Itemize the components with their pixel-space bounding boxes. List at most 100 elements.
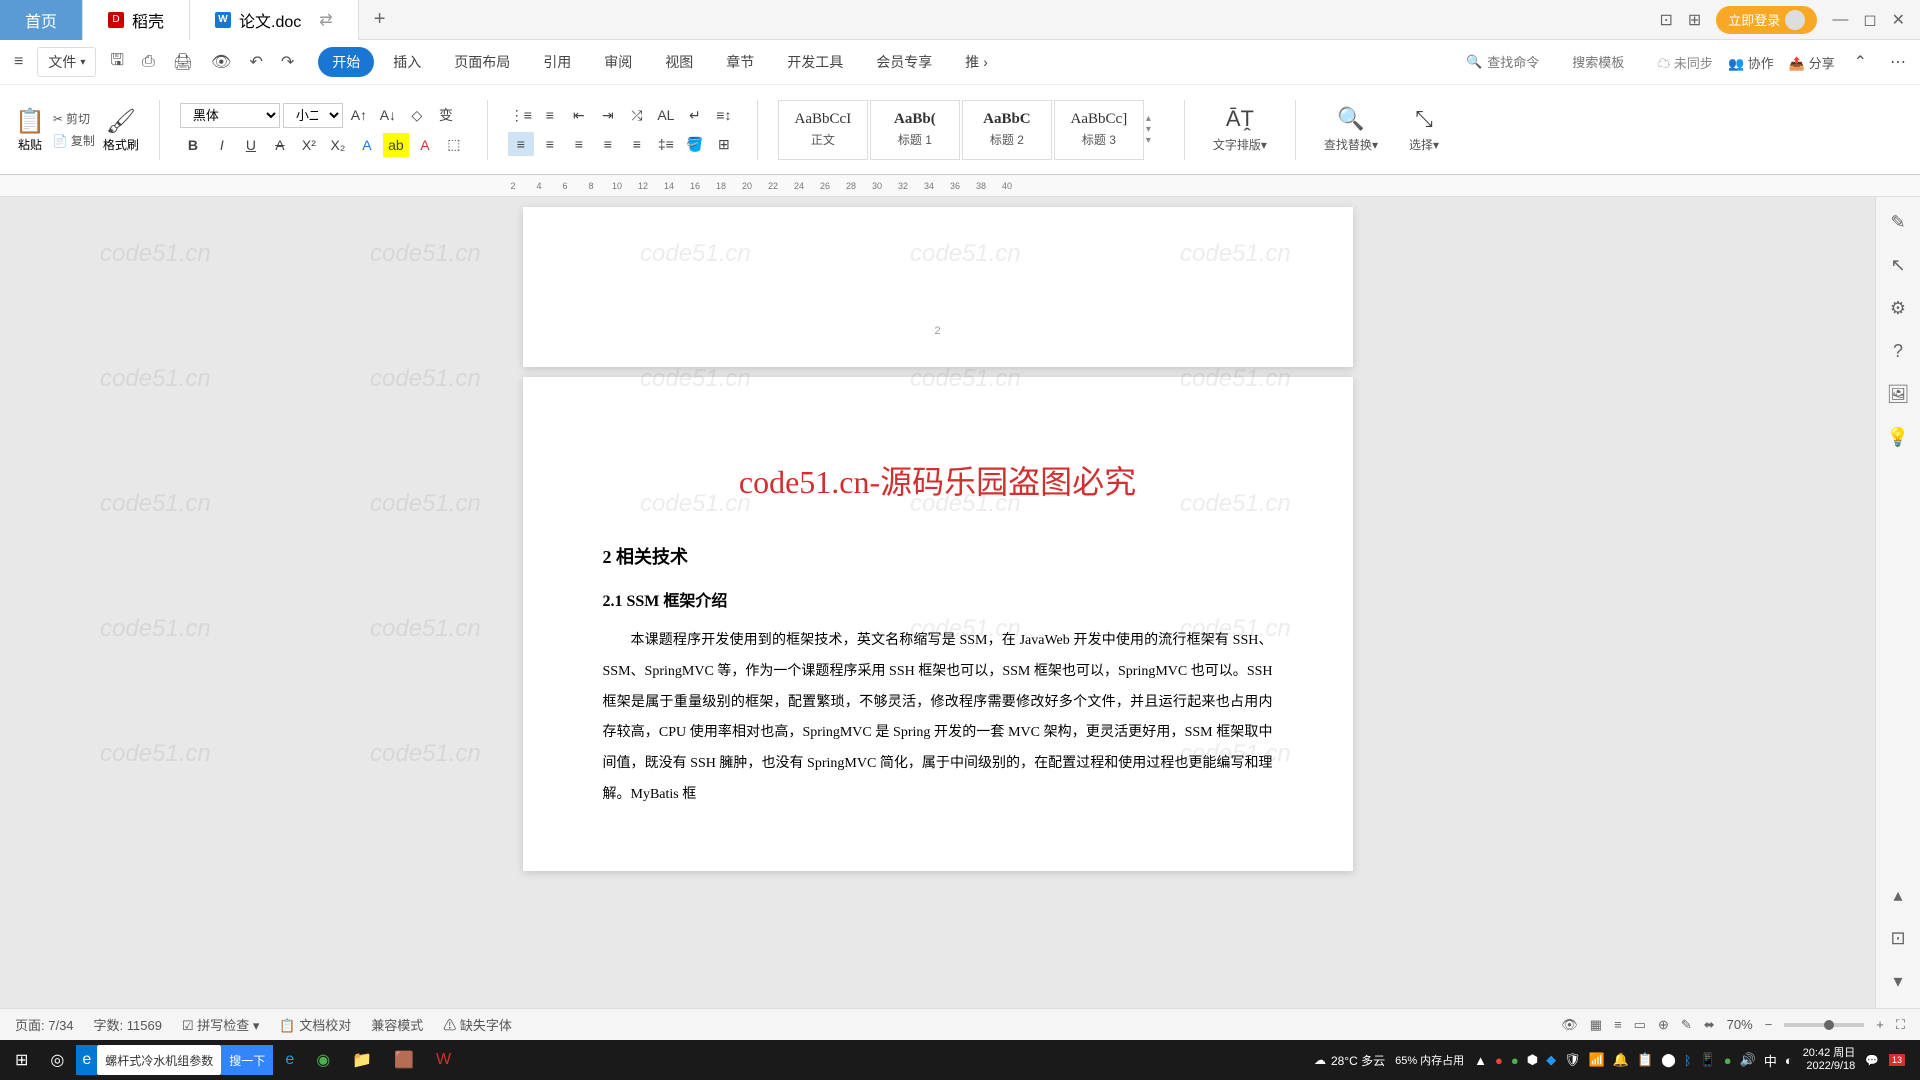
text-layout-button[interactable]: ĀṰ文字排版▾ (1205, 106, 1275, 153)
format-painter-button[interactable]: 🖌格式刷 (103, 107, 139, 153)
zoom-level[interactable]: 70% (1727, 1017, 1753, 1032)
tray-icon[interactable]: ● (1495, 1053, 1503, 1068)
justify-button[interactable]: ≡ (595, 132, 621, 156)
style-heading2[interactable]: AaBbC标题 2 (962, 100, 1052, 160)
minimize-button[interactable]: — (1832, 11, 1848, 29)
more-icon[interactable]: ⋯ (1886, 48, 1910, 76)
view-page-icon[interactable]: ▦ (1590, 1017, 1602, 1033)
grow-font-button[interactable]: A↑ (346, 103, 372, 127)
zoom-out-button[interactable]: − (1765, 1017, 1773, 1032)
tab-document[interactable]: W论文.doc⇄ (190, 0, 359, 40)
weather-widget[interactable]: ☁ 28°C 多云 (1314, 1052, 1385, 1069)
nav-tab-more[interactable]: 推 › (951, 47, 1002, 77)
borders-button[interactable]: ⊞ (711, 132, 737, 156)
document-area[interactable]: 2 code51.cn-源码乐园盗图必究 2 相关技术 2.1 SSM 框架介绍… (0, 197, 1875, 1035)
view-outline-icon[interactable]: ≡ (1614, 1017, 1622, 1032)
clear-format-button[interactable]: ◇ (404, 103, 430, 127)
phonetic-button[interactable]: 变 (433, 103, 459, 127)
scroll-down-icon[interactable]: ▾ (1893, 971, 1902, 992)
bullets-button[interactable]: ⋮≡ (508, 103, 534, 127)
line-spacing-button[interactable]: ≡↕ (711, 103, 737, 127)
scroll-up-icon[interactable]: ▴ (1893, 885, 1902, 906)
font-size-select[interactable]: 小二 (283, 103, 343, 128)
close-button[interactable]: ✕ (1892, 10, 1905, 30)
clock[interactable]: 20:42 周日2022/9/18 (1803, 1047, 1856, 1073)
highlight-button[interactable]: ab (383, 133, 409, 157)
show-marks-button[interactable]: ↵ (682, 103, 708, 127)
tray-icon[interactable]: 🛡 (1564, 1052, 1581, 1068)
tray-icon[interactable]: ▲ (1474, 1053, 1487, 1068)
nav-tab-layout[interactable]: 页面布局 (440, 47, 524, 77)
style-up-icon[interactable]: ▴ (1146, 113, 1164, 124)
distribute-button[interactable]: ≡ (624, 132, 650, 156)
hamburger-icon[interactable]: ≡ (10, 49, 27, 75)
redo-icon[interactable]: ↷ (277, 48, 298, 76)
page-current[interactable]: code51.cn-源码乐园盗图必究 2 相关技术 2.1 SSM 框架介绍 本… (523, 377, 1353, 871)
italic-button[interactable]: I (209, 133, 235, 157)
tab-daoke[interactable]: D稻壳 (83, 0, 190, 40)
cut-button[interactable]: ✂ 剪切 (53, 110, 95, 127)
nav-tab-insert[interactable]: 插入 (379, 47, 435, 77)
text-effects-button[interactable]: A (354, 133, 380, 157)
help-icon[interactable]: ? (1893, 341, 1903, 362)
login-button[interactable]: 立即登录 (1716, 6, 1817, 34)
task-view-button[interactable]: ◎ (40, 1040, 74, 1080)
nav-tab-view[interactable]: 视图 (651, 47, 707, 77)
wifi-icon[interactable]: 📶 (1589, 1052, 1605, 1068)
tray-icon[interactable]: ⬢ (1527, 1052, 1538, 1068)
apps-icon[interactable]: ⊞ (1688, 10, 1701, 30)
select-button[interactable]: ⤡选择▾ (1401, 106, 1447, 153)
zoom-in-button[interactable]: + (1876, 1017, 1884, 1032)
share-icon[interactable]: ⎙ (138, 49, 159, 75)
missing-fonts[interactable]: ⚠ 缺失字体 (443, 1015, 512, 1034)
template-search[interactable] (1572, 55, 1642, 70)
tray-icon[interactable]: ● (1724, 1053, 1732, 1068)
bold-button[interactable]: B (180, 133, 206, 157)
settings-icon[interactable]: ⚙ (1890, 298, 1906, 319)
zoom-slider[interactable] (1784, 1023, 1864, 1027)
indent-decrease-button[interactable]: ⇤ (566, 103, 592, 127)
fullscreen-icon[interactable]: ⛶ (1896, 1017, 1905, 1033)
page-nav-icon[interactable]: ⊡ (1890, 928, 1905, 949)
heading-2[interactable]: 2 相关技术 (603, 543, 1273, 569)
underline-button[interactable]: U (238, 133, 264, 157)
style-expand-icon[interactable]: ▾ (1146, 135, 1164, 146)
view-read-icon[interactable]: ▭ (1634, 1017, 1646, 1033)
template-search-input[interactable] (1572, 55, 1642, 70)
preview-icon[interactable]: 👁 (207, 48, 235, 76)
font-color-button[interactable]: A (412, 133, 438, 157)
numbering-button[interactable]: ≡ (537, 103, 563, 127)
align-center-button[interactable]: ≡ (537, 132, 563, 156)
find-replace-button[interactable]: 🔍查找替换▾ (1316, 106, 1386, 153)
shrink-font-button[interactable]: A↓ (375, 103, 401, 127)
nav-tab-start[interactable]: 开始 (318, 47, 374, 77)
nav-tab-chapter[interactable]: 章节 (712, 47, 768, 77)
tab-sync-icon[interactable]: ⇄ (319, 10, 332, 30)
spell-check[interactable]: ☑ 拼写检查 ▾ (182, 1015, 259, 1034)
pointer-icon[interactable]: ↖ (1890, 255, 1905, 276)
indent-increase-button[interactable]: ⇥ (595, 103, 621, 127)
page-previous[interactable]: 2 (523, 207, 1353, 367)
bluetooth-icon[interactable]: ᛒ (1684, 1053, 1692, 1068)
ime-icon[interactable]: 中 (1764, 1051, 1777, 1070)
nav-tab-references[interactable]: 引用 (529, 47, 585, 77)
app1-button[interactable]: 🟫 (384, 1040, 424, 1080)
tray-icon[interactable]: ● (1511, 1053, 1519, 1068)
align-right-button[interactable]: ≡ (566, 132, 592, 156)
subscript-button[interactable]: X₂ (325, 133, 351, 157)
wps-button[interactable]: W (426, 1040, 461, 1080)
browser-button[interactable]: ◉ (306, 1040, 340, 1080)
command-search[interactable]: 🔍 (1466, 54, 1557, 70)
memory-widget[interactable]: 65% 内存占用 (1395, 1052, 1464, 1068)
command-search-input[interactable] (1487, 55, 1557, 70)
image-icon[interactable]: 🖼 (1887, 384, 1910, 405)
tray-icon[interactable]: 📋 (1637, 1052, 1653, 1068)
style-down-icon[interactable]: ▾ (1146, 124, 1164, 135)
style-heading1[interactable]: AaBb(标题 1 (870, 100, 960, 160)
paragraph-body[interactable]: 本课题程序开发使用到的框架技术，英文名称缩写是 SSM，在 JavaWeb 开发… (603, 626, 1273, 811)
fit-width-icon[interactable]: ⬌ (1704, 1017, 1715, 1033)
page-indicator[interactable]: 页面: 7/34 (15, 1015, 74, 1034)
tray-icon[interactable]: 📱 (1700, 1052, 1716, 1068)
eye-icon[interactable]: 👁 (1561, 1017, 1578, 1033)
ruler[interactable]: 246810121416182022242628303234363840 (0, 175, 1920, 197)
